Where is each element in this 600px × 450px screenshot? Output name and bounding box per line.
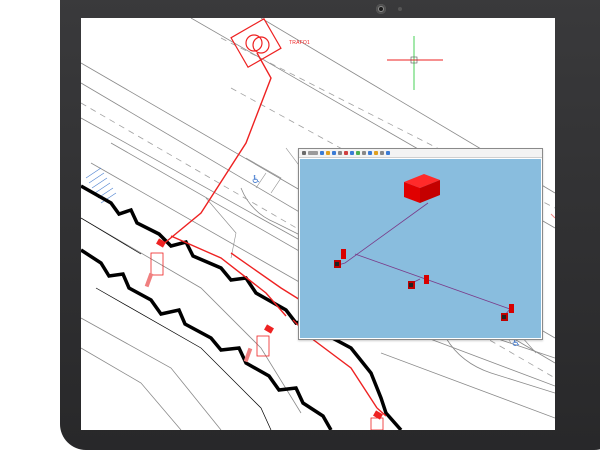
- viewer-select-icon[interactable]: [320, 151, 324, 155]
- crosshair-icon: [387, 36, 443, 90]
- viewer-settings-icon[interactable]: [380, 151, 384, 155]
- transformer-label: TRAFO1: [289, 40, 310, 46]
- viewer-render-icon[interactable]: [368, 151, 372, 155]
- viewer-layer-icon[interactable]: [356, 151, 360, 155]
- viewer-export-icon[interactable]: [386, 151, 390, 155]
- viewer-menu-icon[interactable]: [302, 151, 306, 155]
- 3d-transformer-block: [404, 174, 440, 203]
- 3d-scene: [334, 174, 514, 321]
- viewer-zoom-icon[interactable]: [332, 151, 336, 155]
- viewer-toolbar: [299, 149, 542, 158]
- 3d-viewport[interactable]: [300, 159, 541, 338]
- edge-marker: [550, 213, 555, 219]
- viewer-view-icon[interactable]: [350, 151, 354, 155]
- viewer-rotate-icon[interactable]: [338, 151, 342, 155]
- camera-icon: [376, 4, 386, 14]
- 3d-cabinets: [334, 249, 514, 321]
- 3d-viewer-window[interactable]: [298, 148, 543, 340]
- svg-text:♿: ♿: [251, 173, 261, 186]
- light-sensor: [398, 7, 402, 11]
- viewer-measure-icon[interactable]: [362, 151, 366, 155]
- viewer-cut-icon[interactable]: [344, 151, 348, 155]
- 3d-cable-lines: [337, 202, 511, 316]
- viewer-light-icon[interactable]: [374, 151, 378, 155]
- viewer-file-icon[interactable]: [308, 151, 318, 155]
- transformer-symbol-icon[interactable]: [230, 18, 282, 69]
- viewer-pan-icon[interactable]: [326, 151, 330, 155]
- cad-screen[interactable]: ♿ ♿ TRAFO1: [81, 18, 555, 430]
